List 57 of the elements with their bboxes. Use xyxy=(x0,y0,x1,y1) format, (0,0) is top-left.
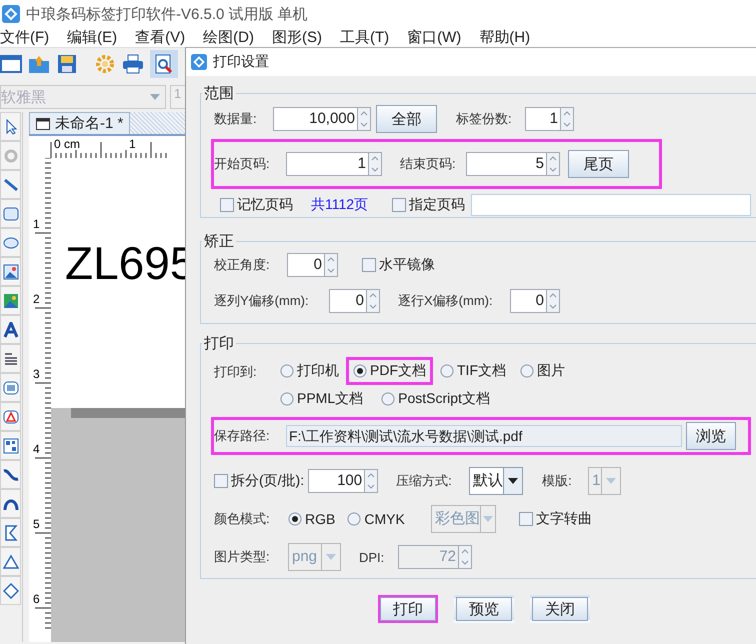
field-label: DPI: xyxy=(359,550,386,564)
checkbox[interactable]: 拆分(页/批): xyxy=(214,472,304,490)
browse-button[interactable]: 浏览 xyxy=(686,422,736,450)
field-label: 校正角度: xyxy=(214,256,271,274)
checkbox[interactable]: 文字转曲 xyxy=(518,510,592,528)
menu-item[interactable]: 帮助(H) xyxy=(479,28,530,47)
path-field[interactable]: F:\工作资料\测试\流水号数据\测试.pdf xyxy=(286,425,682,447)
dialog-button[interactable]: 打印 xyxy=(378,595,438,623)
checkbox[interactable]: 水平镜像 xyxy=(362,256,435,274)
menu-item[interactable]: 窗口(W) xyxy=(407,28,462,47)
field-label: 开始页码: xyxy=(214,155,271,173)
menu-item[interactable]: 图形(S) xyxy=(272,28,322,47)
last-page-button[interactable]: 尾页 xyxy=(568,150,629,178)
field-label: 数据量: xyxy=(214,110,258,128)
field-label: 逐行X偏移(mm): xyxy=(398,292,494,310)
field-label: 压缩方式: xyxy=(396,472,453,490)
group-title: 矫正 xyxy=(202,232,236,251)
number-spinner[interactable]: 1 xyxy=(286,152,382,176)
radio-button[interactable]: PostScript文档 xyxy=(381,390,490,408)
horizontal-ruler: 0 cm 1 xyxy=(29,136,169,158)
all-button[interactable]: 全部 xyxy=(376,105,437,133)
field-label: 模版: xyxy=(542,472,573,490)
menu-item[interactable]: 编辑(E) xyxy=(67,28,118,47)
dialog-title: 打印设置 xyxy=(213,53,269,71)
field-label: 结束页码: xyxy=(400,155,457,173)
group-title: 打印 xyxy=(202,334,236,353)
radio-button[interactable]: 图片 xyxy=(520,362,565,380)
number-spinner[interactable]: 5 xyxy=(466,152,560,176)
field-label: 逐列Y偏移(mm): xyxy=(214,292,310,310)
radio-button[interactable]: PPML文档 xyxy=(280,390,364,408)
field-label: 标签份数: xyxy=(456,110,513,128)
number-spinner[interactable]: 1 xyxy=(525,107,574,131)
menu-item[interactable]: 绘图(D) xyxy=(203,28,254,47)
number-spinner[interactable]: 10,000 xyxy=(273,107,371,131)
dialog-button[interactable]: 预览 xyxy=(454,595,514,623)
radio-button[interactable]: CMYK xyxy=(347,511,405,527)
checkbox[interactable]: 指定页码 xyxy=(392,196,466,214)
field-label: 打印到: xyxy=(214,363,258,381)
radio-button[interactable]: TIF文档 xyxy=(440,362,506,380)
page-total: 共1112页 xyxy=(311,196,368,214)
document-tab[interactable]: 未命名-1 * xyxy=(29,112,130,134)
number-spinner[interactable]: 0 xyxy=(510,289,560,313)
menu-item[interactable]: 查看(V) xyxy=(135,28,186,47)
dialog-button[interactable]: 关闭 xyxy=(530,595,590,623)
radio-button[interactable]: RGB xyxy=(288,511,336,527)
number-spinner[interactable]: 0 xyxy=(329,289,380,313)
menu-item[interactable]: 工具(T) xyxy=(340,28,390,47)
menu-item[interactable]: 文件(F) xyxy=(0,28,50,47)
number-spinner[interactable]: 0 xyxy=(287,253,338,277)
checkbox[interactable]: 记忆页码 xyxy=(220,196,293,214)
window-title: 中琅条码标签打印软件-V6.5.0 试用版 单机 xyxy=(26,4,308,24)
radio-button[interactable]: 打印机 xyxy=(280,362,339,380)
field-label: 颜色模式: xyxy=(214,510,271,528)
field-label: 保存路径: xyxy=(214,427,271,445)
field-label: 图片类型: xyxy=(214,548,271,566)
dropdown[interactable]: 默认 xyxy=(469,467,524,495)
number-spinner[interactable]: 100 xyxy=(308,469,378,493)
